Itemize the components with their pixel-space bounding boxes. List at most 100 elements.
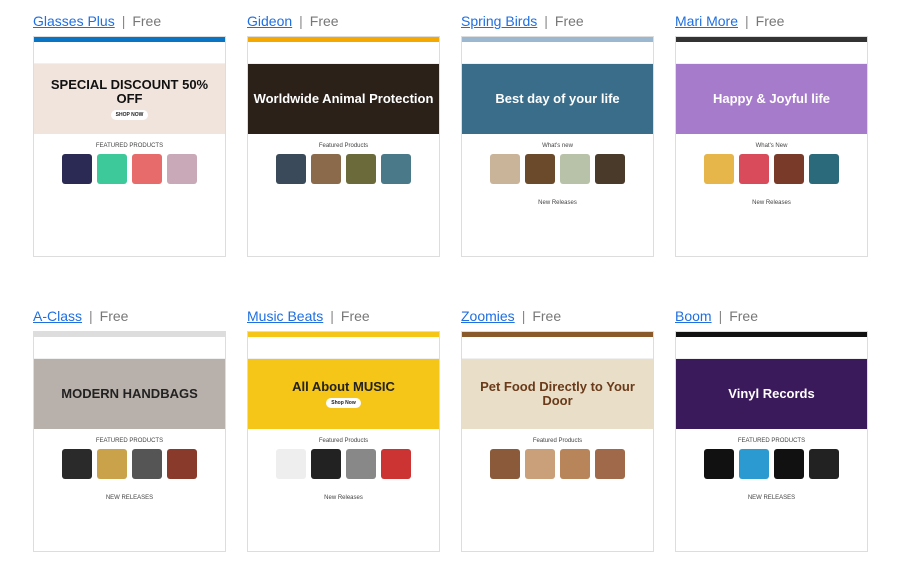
section-heading: What's New [755, 143, 788, 149]
section-heading: Featured Products [318, 143, 369, 149]
product-thumb [167, 154, 197, 184]
theme-link[interactable]: Mari More [675, 13, 738, 29]
theme-link[interactable]: Music Beats [247, 308, 323, 324]
section-heading: New Releases [538, 200, 577, 206]
theme-link[interactable]: A-Class [33, 308, 82, 324]
theme-preview[interactable]: Pet Food Directly to Your Door Featured … [461, 331, 654, 552]
section-heading: FEATURED PRODUCTS [737, 438, 806, 444]
product-thumb [62, 154, 92, 184]
banner-text: Worldwide Animal Protection [253, 91, 434, 107]
product-thumb [560, 154, 590, 184]
product-thumb [132, 449, 162, 479]
theme-preview[interactable]: Best day of your life What's new New Rel… [461, 36, 654, 257]
banner-text: Best day of your life [495, 91, 620, 107]
product-thumb [774, 449, 804, 479]
theme-title: Boom | Free [675, 308, 868, 328]
separator: | [521, 308, 526, 324]
preview-header [676, 337, 867, 359]
theme-preview[interactable]: All About MUSIC Shop Now Featured Produc… [247, 331, 440, 552]
preview-banner: All About MUSIC Shop Now [248, 359, 439, 429]
product-thumb [739, 154, 769, 184]
theme-preview[interactable]: Happy & Joyful life What's New New Relea… [675, 36, 868, 257]
section-heading: NEW RELEASES [747, 495, 796, 501]
banner-text: All About MUSIC [292, 379, 395, 395]
preview-header [248, 337, 439, 359]
theme-title: Glasses Plus | Free [33, 13, 226, 33]
section-heading: New Releases [752, 200, 791, 206]
preview-banner: Worldwide Animal Protection [248, 64, 439, 134]
product-thumb [276, 449, 306, 479]
theme-preview[interactable]: MODERN HANDBAGS FEATURED PRODUCTS NEW RE… [33, 331, 226, 552]
product-thumb [809, 449, 839, 479]
theme-title: Gideon | Free [247, 13, 440, 33]
preview-header [676, 42, 867, 64]
preview-banner: Vinyl Records [676, 359, 867, 429]
product-row [462, 154, 653, 184]
separator: | [299, 13, 303, 29]
section-heading: FEATURED PRODUCTS [95, 438, 164, 444]
product-thumb [97, 154, 127, 184]
section-heading: New Releases [324, 495, 363, 501]
product-thumb [704, 154, 734, 184]
theme-card: Mari More | Free Happy & Joyful life What'… [675, 13, 868, 257]
preview-banner: Pet Food Directly to Your Door [462, 359, 653, 429]
section-heading: FEATURED PRODUCTS [95, 143, 164, 149]
theme-card: A-Class | Free MODERN HANDBAGS FEATURED PR… [33, 308, 226, 552]
theme-title: Spring Birds | Free [461, 13, 654, 33]
product-thumb [525, 449, 555, 479]
product-row [34, 449, 225, 479]
preview-banner: Best day of your life [462, 64, 653, 134]
product-thumb [560, 449, 590, 479]
theme-title: Mari More | Free [675, 13, 868, 33]
product-thumb [809, 154, 839, 184]
banner-text: Pet Food Directly to Your Door [480, 379, 635, 408]
separator: | [330, 308, 334, 324]
separator: | [89, 308, 93, 324]
theme-title: Music Beats | Free [247, 308, 440, 328]
separator: | [121, 13, 126, 29]
product-thumb [276, 154, 306, 184]
product-row [676, 154, 867, 184]
separator: | [745, 13, 749, 29]
product-thumb [595, 449, 625, 479]
theme-link[interactable]: Zoomies [461, 308, 515, 324]
banner-text: MODERN HANDBAGS [61, 386, 198, 402]
preview-banner: Happy & Joyful life [676, 64, 867, 134]
product-thumb [311, 154, 341, 184]
theme-card: Spring Birds | Free Best day of your life … [461, 13, 654, 257]
theme-link[interactable]: Boom [675, 308, 712, 324]
theme-card: Music Beats | Free All About MUSIC Shop No… [247, 308, 440, 552]
price-label: Free [729, 308, 759, 324]
product-thumb [490, 449, 520, 479]
section-heading: Featured Products [532, 438, 583, 444]
product-thumb [346, 449, 376, 479]
theme-card: Gideon | Free Worldwide Animal Protection … [247, 13, 440, 257]
banner-button: SHOP NOW [110, 109, 149, 120]
preview-header [462, 337, 653, 359]
product-thumb [381, 449, 411, 479]
preview-header [34, 337, 225, 359]
theme-preview[interactable]: Vinyl Records FEATURED PRODUCTS NEW RELE… [675, 331, 868, 552]
preview-banner: SPECIAL DISCOUNT 50% OFF SHOP NOW [34, 64, 225, 134]
product-row [248, 154, 439, 184]
product-thumb [62, 449, 92, 479]
theme-link[interactable]: Spring Birds [461, 13, 537, 29]
theme-preview[interactable]: SPECIAL DISCOUNT 50% OFF SHOP NOW FEATUR… [33, 36, 226, 257]
product-thumb [381, 154, 411, 184]
theme-card: Glasses Plus | Free SPECIAL DISCOUNT 50% O… [33, 13, 226, 257]
theme-link[interactable]: Gideon [247, 13, 292, 29]
section-heading: Featured Products [318, 438, 369, 444]
price-label: Free [99, 308, 129, 324]
theme-link[interactable]: Glasses Plus [33, 13, 115, 29]
product-row [34, 154, 225, 184]
banner-button: Shop Now [326, 397, 361, 408]
separator: | [544, 13, 548, 29]
section-heading: What's new [542, 143, 573, 149]
product-thumb [490, 154, 520, 184]
product-row [248, 449, 439, 479]
price-label: Free [340, 308, 370, 324]
preview-header [34, 42, 225, 64]
product-thumb [132, 154, 162, 184]
product-row [462, 449, 653, 479]
theme-preview[interactable]: Worldwide Animal Protection Featured Pro… [247, 36, 440, 257]
